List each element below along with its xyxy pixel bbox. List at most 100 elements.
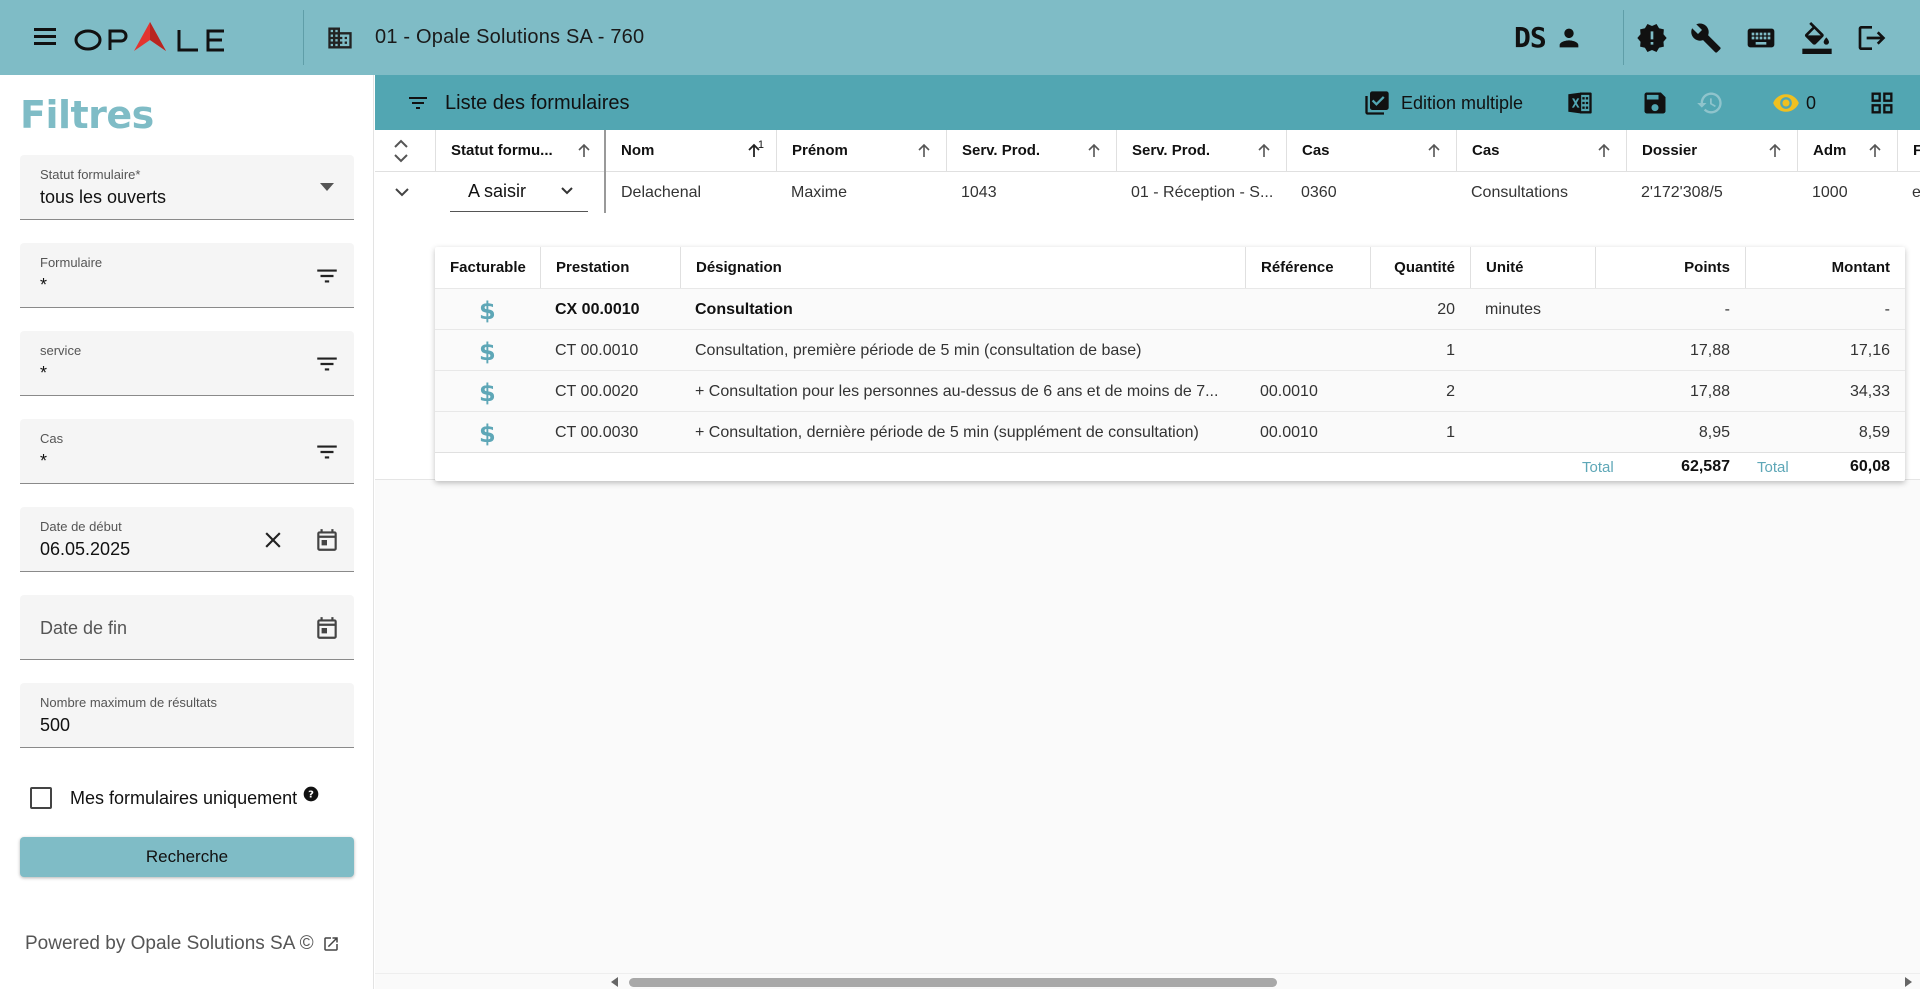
column-header-reference[interactable]: Référence [1245, 247, 1370, 288]
column-header-unite[interactable]: Unité [1470, 247, 1595, 288]
column-header-points[interactable]: Points [1595, 247, 1745, 288]
prestation-row[interactable]: $ CX 00.0010 Consultation 20 minutes - - [435, 288, 1905, 329]
restore-icon[interactable] [1696, 89, 1724, 117]
user-icon[interactable] [1555, 24, 1583, 52]
checklist-icon[interactable] [1363, 89, 1391, 117]
sort-arrow-icon[interactable] [1767, 143, 1783, 159]
main-content: Liste des formulaires Edition multiple 0… [375, 75, 1920, 989]
filter-icon[interactable] [314, 439, 340, 465]
cell-unite [1485, 330, 1595, 371]
cell-prestation: CT 00.0030 [555, 424, 639, 441]
column-header-prestation[interactable]: Prestation [540, 247, 680, 288]
prestation-row[interactable]: $ CT 00.0020 + Consultation pour les per… [435, 370, 1905, 411]
column-header-cas-name[interactable]: Cas [1456, 130, 1626, 172]
my-forms-only-label[interactable]: Mes formulaires uniquement [70, 788, 297, 809]
totals-row: Total 62,587 Total 60,08 [435, 452, 1905, 481]
eye-icon[interactable] [1772, 89, 1800, 117]
chevron-down-icon[interactable] [394, 186, 410, 198]
grid-view-icon[interactable] [1868, 89, 1896, 117]
cell-serv-prod: 1043 [961, 184, 997, 201]
alert-badge-icon[interactable] [1636, 22, 1668, 54]
logout-icon[interactable] [1856, 22, 1888, 54]
status-value: A saisir [468, 181, 527, 201]
status-dropdown[interactable]: A saisir [450, 174, 588, 212]
sort-arrow-icon[interactable] [1256, 143, 1272, 159]
cell-unite [1485, 412, 1595, 453]
column-header-cas[interactable]: Cas [1286, 130, 1456, 172]
column-label: Prénom [792, 142, 848, 159]
table-row[interactable]: Delachenal Maxime 1043 01 - Réception - … [375, 172, 1920, 213]
column-header-adm[interactable]: Adm [1797, 130, 1897, 172]
service-field[interactable]: service * [20, 331, 354, 396]
column-header-statut[interactable]: Statut formu... [435, 130, 606, 172]
cell-quantite: 1 [1446, 424, 1455, 441]
cell-points: - [1724, 301, 1730, 318]
menu-icon[interactable] [34, 25, 60, 49]
column-header-nom[interactable]: Nom 1 [606, 130, 776, 172]
prestation-row[interactable]: $ CT 00.0030 + Consultation, dernière pé… [435, 411, 1905, 452]
clear-icon[interactable] [260, 527, 286, 553]
total-points-value: 62,587 [1681, 458, 1730, 475]
cell-reference: 00.0010 [1260, 424, 1318, 441]
end-date-field[interactable]: Date de fin [20, 595, 354, 660]
column-header-serv-prod[interactable]: Serv. Prod. [946, 130, 1116, 172]
sort-arrow-icon[interactable] [746, 143, 762, 159]
sort-arrow-icon[interactable] [1086, 143, 1102, 159]
sort-arrow-icon[interactable] [1426, 143, 1442, 159]
wrench-icon[interactable] [1690, 22, 1722, 54]
column-header-prenom[interactable]: Prénom [776, 130, 946, 172]
filter-icon[interactable] [314, 351, 340, 377]
edit-multiple-button[interactable]: Edition multiple [1401, 93, 1523, 114]
organization-label[interactable]: 01 - Opale Solutions SA - 760 [375, 26, 644, 49]
prestation-row[interactable]: $ CT 00.0010 Consultation, première péri… [435, 329, 1905, 370]
cell-points: 17,88 [1689, 342, 1730, 359]
column-header-serv-prod-name[interactable]: Serv. Prod. [1116, 130, 1286, 172]
cas-field[interactable]: Cas * [20, 419, 354, 484]
svg-text:?: ? [308, 789, 314, 800]
cell-points: 8,95 [1698, 424, 1730, 441]
sort-arrow-icon[interactable] [916, 143, 932, 159]
calendar-icon[interactable] [314, 527, 340, 553]
calendar-icon[interactable] [314, 615, 340, 641]
filter-icon[interactable] [314, 263, 340, 289]
my-forms-only-checkbox[interactable] [30, 787, 52, 809]
scrollbar-thumb[interactable] [629, 978, 1277, 987]
max-results-field[interactable]: Nombre maximum de résultats 500 [20, 683, 354, 748]
paint-bucket-icon[interactable] [1801, 22, 1833, 54]
excel-export-icon[interactable] [1566, 89, 1594, 117]
sort-arrow-icon[interactable] [1596, 143, 1612, 159]
column-header-facturable[interactable]: Facturable [435, 247, 540, 288]
column-header-quantite[interactable]: Quantité [1370, 247, 1470, 288]
external-link-icon[interactable] [322, 935, 340, 953]
column-header-designation[interactable]: Désignation [680, 247, 1245, 288]
cell-designation: + Consultation, dernière période de 5 mi… [695, 424, 1199, 441]
dropdown-arrow-icon[interactable] [320, 183, 334, 191]
cell-designation: Consultation, première période de 5 min … [695, 342, 1142, 359]
column-header-extra[interactable]: F [1897, 130, 1920, 172]
scroll-left-arrow[interactable] [611, 977, 618, 987]
column-label: Statut formu... [451, 142, 553, 159]
column-header-dossier[interactable]: Dossier [1626, 130, 1797, 172]
user-initials[interactable]: DS [1514, 21, 1547, 54]
save-icon[interactable] [1641, 89, 1669, 117]
cell-prenom: Maxime [791, 184, 848, 201]
start-date-field[interactable]: Date de début 06.05.2025 [20, 507, 354, 572]
sort-arrow-icon[interactable] [576, 143, 592, 159]
formulaire-field[interactable]: Formulaire * [20, 243, 354, 308]
status-select[interactable]: Statut formulaire* tous les ouverts [20, 155, 354, 220]
column-header-montant[interactable]: Montant [1745, 247, 1905, 288]
cell-designation: Consultation [695, 301, 793, 318]
cell-designation: + Consultation pour les personnes au-des… [695, 383, 1219, 400]
cell-nom: Delachenal [621, 184, 702, 201]
help-icon[interactable]: ? [303, 786, 319, 802]
keyboard-icon[interactable] [1745, 22, 1777, 54]
search-button[interactable]: Recherche [20, 837, 354, 877]
prestations-table: Facturable Prestation Désignation Référe… [435, 247, 1905, 481]
my-forms-only-option: Mes formulaires uniquement ? [30, 783, 319, 813]
sort-arrow-icon[interactable] [1867, 143, 1883, 159]
scroll-right-arrow[interactable] [1905, 977, 1912, 987]
collapse-all-icon[interactable] [390, 138, 412, 164]
filter-toggle-icon[interactable] [405, 91, 431, 115]
column-label: Nom [621, 142, 655, 159]
horizontal-scrollbar[interactable] [375, 973, 1920, 989]
